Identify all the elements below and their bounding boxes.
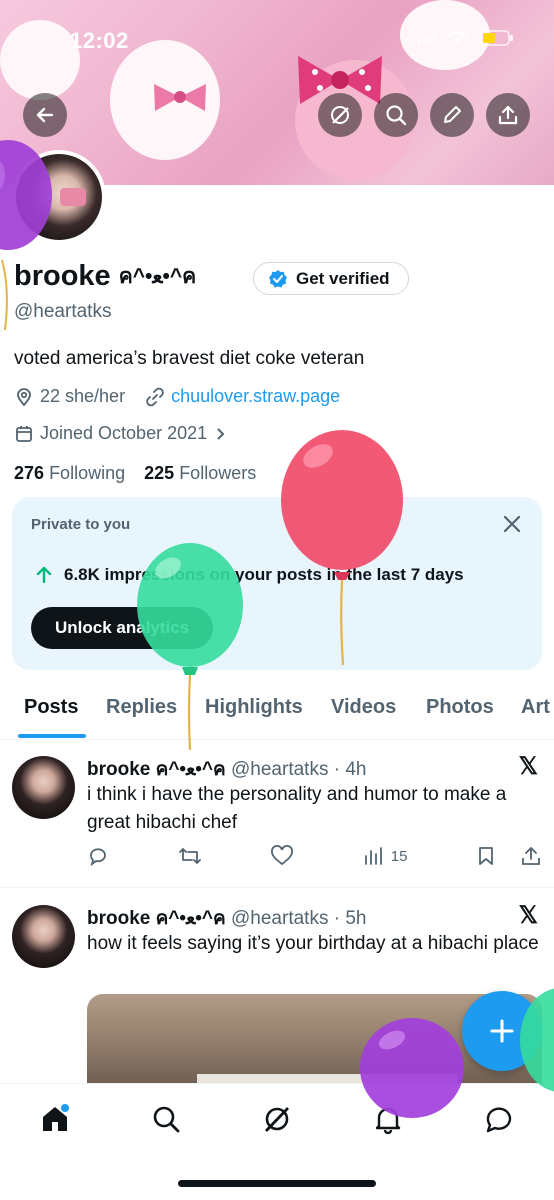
signal-icon [418,32,436,44]
avatar-camera [60,188,86,206]
x-logo-icon: 𝕏 [518,902,538,929]
chevron-right-icon[interactable] [213,427,227,441]
following-count: 276 [14,463,45,483]
followers-label: Followers [179,463,257,483]
banner-plush-left [0,20,80,100]
compose-button[interactable] [462,991,542,1071]
link-icon [146,387,164,406]
search-button[interactable] [374,93,418,137]
post-share-icon[interactable] [520,845,542,867]
profile-joined: Joined October 2021 [14,423,227,444]
share-button[interactable] [486,93,530,137]
grok-icon [264,1107,290,1132]
post-author-name: brooke ค^•ﻌ•^ค [87,759,226,780]
avatar-image [16,154,102,240]
unlock-analytics-button[interactable]: Unlock analytics [31,607,214,649]
nav-search[interactable] [149,1102,183,1136]
private-analytics-card: Private to you 6.8K impressions on your … [12,497,542,670]
post-time: · 4h [333,759,367,780]
post-author-name: brooke ค^•ﻌ•^ค [87,908,226,929]
profile-name: brooke ค^•ﻌ•^ค [14,260,196,293]
close-icon[interactable] [502,514,522,534]
profile-name-decoration: ค^•ﻌ•^ค [118,265,197,288]
share-icon [498,105,518,125]
tab-videos[interactable]: Videos [331,696,396,719]
get-verified-button[interactable]: Get verified [253,262,409,295]
wifi-icon [449,31,467,44]
nav-messages[interactable] [482,1102,516,1136]
tab-highlights[interactable]: Highlights [205,696,303,719]
search-icon [386,105,407,126]
pencil-icon [444,106,461,123]
post-text: i think i have the personality and humor… [87,784,507,833]
impressions-text: 6.8K impressions on your posts in the la… [64,565,464,584]
profile-joined-text: Joined October 2021 [40,423,208,443]
post-author-handle: @heartatks [231,908,329,929]
tab-photos[interactable]: Photos [426,696,494,719]
profile-handle: @heartatks [14,301,112,322]
x-logo-icon: 𝕏 [518,753,538,780]
tab-art[interactable]: Art [521,696,550,719]
views-chart-icon [364,847,382,865]
bookmark-icon[interactable] [476,845,496,867]
post-author-handle: @heartatks [231,759,329,780]
location-pin-icon [17,387,31,406]
status-icons [418,30,514,46]
followers-count: 225 [144,463,175,483]
plus-icon [490,1019,514,1043]
profile-name-text: brooke [14,260,111,292]
reply-icon[interactable] [87,845,109,867]
private-card-title: Private to you [31,516,131,533]
tab-replies[interactable]: Replies [106,696,177,719]
back-button[interactable] [23,93,67,137]
profile-website-link[interactable]: chuulover.straw.page [171,386,340,407]
status-time: 12:02 [70,28,129,53]
like-icon[interactable] [270,845,294,867]
nav-notifications[interactable] [371,1102,405,1136]
repost-icon[interactable] [178,845,202,867]
search-icon [153,1106,180,1133]
post-avatar[interactable] [12,905,75,968]
post-avatar[interactable] [12,756,75,819]
post-divider [0,887,554,888]
profile-bio: voted america’s bravest diet coke vetera… [14,348,365,369]
impressions-row: 6.8K impressions on your posts in the la… [34,565,464,585]
views-count: 15 [390,847,408,865]
post-header: brooke ค^•ﻌ•^ค @heartatks · 4h [87,754,367,784]
get-verified-label: Get verified [296,268,390,288]
profile-location: 22 she/her [40,386,126,406]
post-header: brooke ค^•ﻌ•^ค @heartatks · 5h [87,903,367,933]
banner-bow-small [154,84,206,111]
follow-counts: 276 Following 225 Followers [14,463,256,484]
profile-avatar[interactable] [12,150,106,244]
active-tab-indicator [18,734,86,738]
message-icon [486,1107,512,1133]
home-indicator [178,1180,376,1187]
nav-grok[interactable] [260,1102,294,1136]
following-label: Following [49,463,126,483]
home-icon [43,1104,69,1131]
bell-icon [375,1107,401,1134]
grok-button[interactable] [318,93,362,137]
back-arrow-icon [36,107,54,123]
followers-link[interactable]: 225 Followers [144,463,256,483]
views-stat[interactable]: 15 [363,845,408,867]
arrow-up-icon [36,566,52,584]
battery-icon [480,30,513,46]
post-actions: 15 [87,845,542,867]
calendar-icon [16,425,32,442]
edit-button[interactable] [430,93,474,137]
nav-home[interactable] [38,1102,72,1136]
verified-badge-icon [269,269,287,287]
post-time: · 5h [333,908,367,929]
grok-icon [331,106,349,124]
post-text: how it feels saying it’s your birthday a… [87,933,539,954]
following-link[interactable]: 276 Following [14,463,125,483]
profile-meta: 22 she/her chuulover.straw.page [14,386,340,407]
profile-tabs: Posts Replies Highlights Videos Photos A… [0,684,554,740]
tab-posts[interactable]: Posts [24,696,78,719]
